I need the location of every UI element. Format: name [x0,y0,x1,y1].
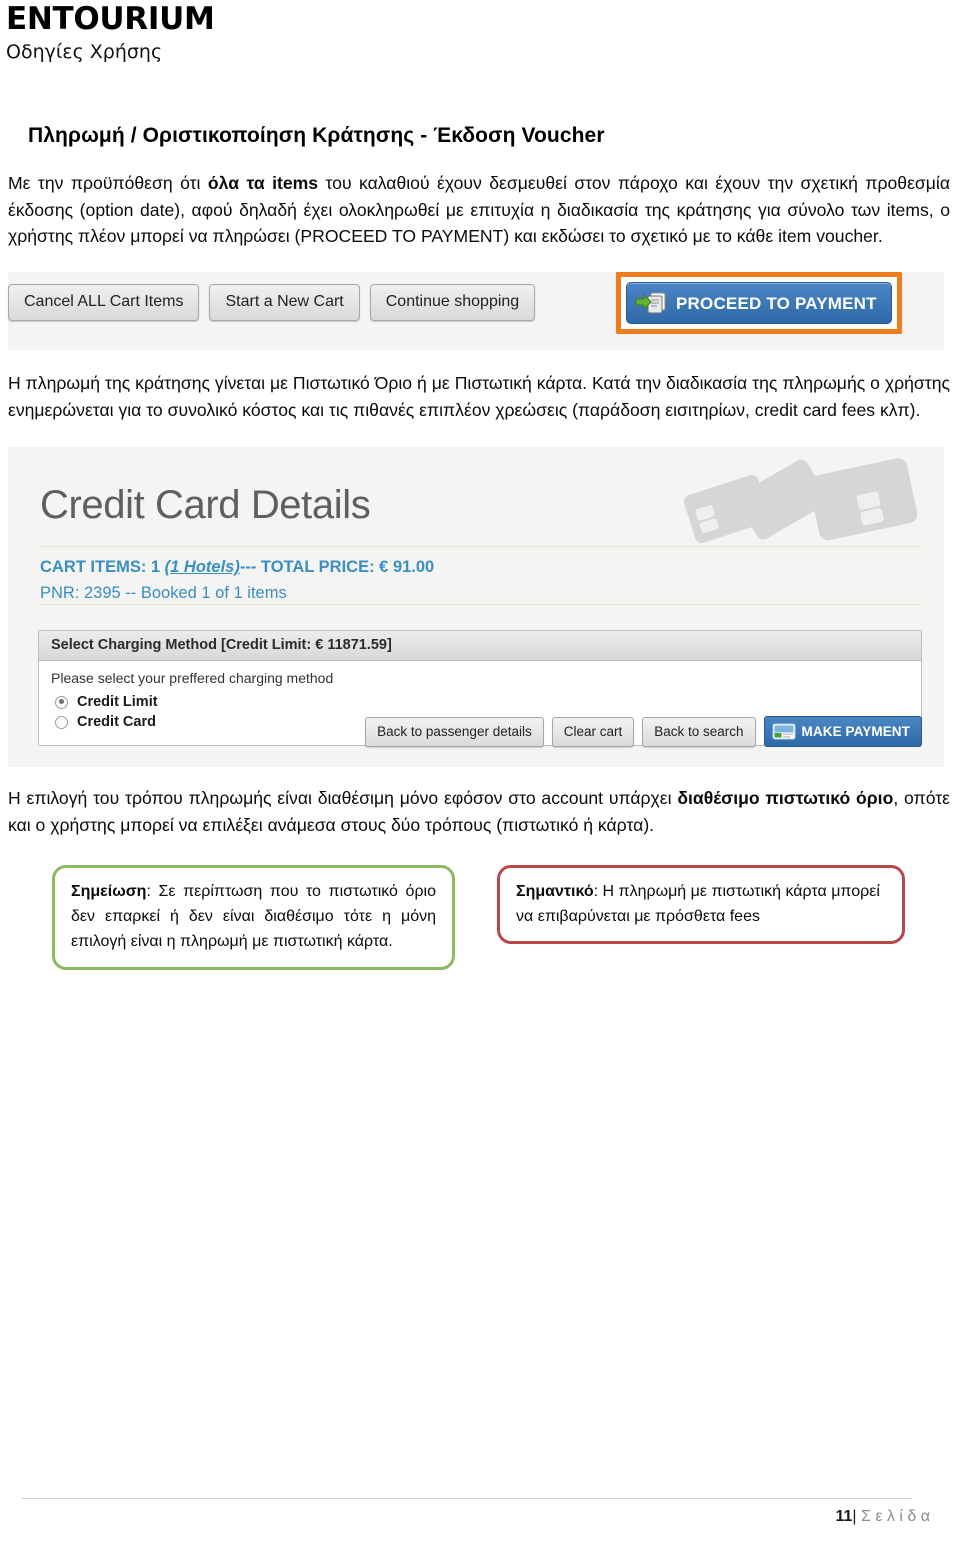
radio-credit-limit-label: Credit Limit [77,693,158,710]
document-subtitle: Οδηγίες Χρήσης [6,41,163,63]
paragraph-credit-limit: Η επιλογή του τρόπου πληρωμής είναι διαθ… [2,767,958,838]
cart-items-prefix: CART ITEMS: 1 [40,558,165,577]
divider-bottom [38,604,922,606]
payment-card-icon [772,722,796,741]
callout-container: Σημείωση: Σε περίπτωση που το πιστωτικό … [2,864,958,995]
divider-top [38,546,922,548]
brand-title: ENTOURIUM [6,1,215,37]
charging-method-hint: Please select your preffered charging me… [51,669,334,686]
document-page: ENTOURIUM Οδηγίες Χρήσης Πληρωμή / Οριστ… [0,0,960,1544]
proceed-to-payment-label: PROCEED TO PAYMENT [676,293,877,313]
footer-divider [22,1498,912,1500]
footer-page-label: Σ ε λ ί δ α [861,1508,930,1526]
make-payment-button[interactable]: MAKE PAYMENT [763,716,922,748]
credit-card-details-title: Credit Card Details [40,483,371,528]
radio-credit-card-icon[interactable] [55,716,68,730]
payment-arrow-document-icon [635,290,669,316]
highlight-annotation-box: PROCEED TO PAYMENT [616,272,902,334]
footer-page-number: 11 [835,1508,853,1526]
callout-important-label: Σημαντικό [516,882,594,900]
callout-important: Σημαντικό: Η πληρωμή με πιστωτική κάρτα … [497,864,905,945]
continue-shopping-button[interactable]: Continue shopping [369,284,536,321]
radio-credit-card-label: Credit Card [77,714,156,731]
back-to-passenger-details-button[interactable]: Back to passenger details [365,716,544,748]
paragraph-intro-part1: Με την προϋπόθεση ότι [8,172,208,193]
back-to-search-button[interactable]: Back to search [642,716,756,748]
paragraph-intro-emphasis: όλα τα items [207,172,319,193]
proceed-to-payment-button[interactable]: PROCEED TO PAYMENT [626,282,892,324]
radio-credit-limit-icon[interactable] [55,695,68,709]
cart-items-suffix: --- TOTAL PRICE: € 91.00 [239,558,435,577]
credit-cards-watermark-icon [676,455,926,559]
cart-toolbar: Cancel ALL Cart Items Start a New Cart C… [8,284,536,321]
radio-option-credit-limit[interactable]: Credit Limit [51,692,909,713]
paragraph-intro: Με την προϋπόθεση ότι όλα τα items του κ… [2,148,958,250]
callout-note-label: Σημείωση [71,882,147,900]
pnr-summary: PNR: 2395 -- Booked 1 of 1 items [40,584,287,603]
start-a-new-cart-button[interactable]: Start a New Cart [209,284,360,321]
paragraph-credit-limit-part1: Η επιλογή του τρόπου πληρωμής είναι διαθ… [8,788,678,809]
credit-card-details-toolbar: Back to passenger details Clear cart Bac… [365,716,922,748]
clear-cart-button[interactable]: Clear cart [551,716,635,748]
figure-credit-card-details: Credit Card Details CART ITEMS: 1 (1 Hot… [8,447,944,768]
paragraph-credit-limit-emphasis: διαθέσιμο πιστωτικό όριο [677,788,894,809]
make-payment-label: MAKE PAYMENT [801,724,910,740]
cart-items-summary: CART ITEMS: 1 (1 Hotels)--- TOTAL PRICE:… [40,559,434,576]
footer-separator: | [852,1508,857,1526]
section-heading: Πληρωμή / Οριστικοποίηση Κράτησης - Έκδο… [28,123,605,147]
figure-cart-toolbar: Cancel ALL Cart Items Start a New Cart C… [8,272,944,350]
charging-method-header: Select Charging Method [Credit Limit: € … [39,631,921,661]
hotels-link[interactable]: (1 Hotels) [165,558,240,576]
footer-pagination: 11| Σ ε λ ί δ α [0,1508,934,1526]
cancel-all-cart-items-button[interactable]: Cancel ALL Cart Items [8,284,200,321]
callout-note: Σημείωση: Σε περίπτωση που το πιστωτικό … [52,864,455,970]
paragraph-payment-methods: Η πληρωμή της κράτησης γίνεται με Πιστωτ… [8,373,950,420]
page-footer: 11| Σ ε λ ί δ α [0,1498,960,1526]
